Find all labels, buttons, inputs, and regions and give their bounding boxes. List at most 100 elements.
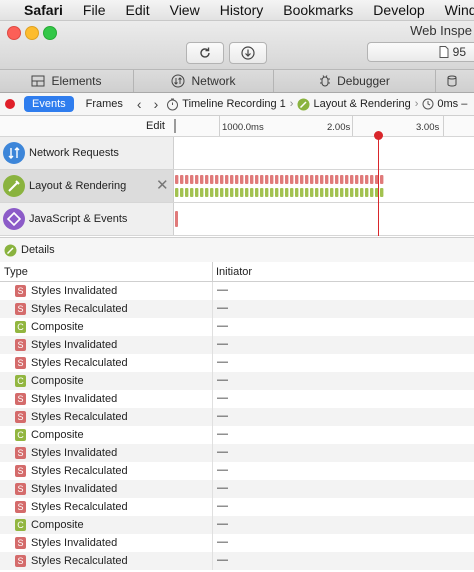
debugger-icon — [320, 75, 331, 87]
composite-event-mark — [200, 188, 204, 197]
table-row[interactable]: S Styles Recalculated — — [0, 354, 474, 372]
record-type: Styles Invalidated — [31, 447, 118, 459]
menu-bar: Safari File Edit View History Bookmarks … — [0, 0, 474, 21]
tab-network[interactable]: Network — [134, 70, 274, 92]
menu-safari[interactable]: Safari — [24, 2, 63, 18]
frames-view-button[interactable]: Frames — [86, 98, 123, 110]
record-initiator: — — [217, 446, 228, 458]
menu-edit[interactable]: Edit — [125, 2, 149, 18]
tab-overflow[interactable] — [436, 70, 474, 92]
table-row[interactable]: S Styles Recalculated — — [0, 552, 474, 570]
styles-event-mark — [280, 175, 284, 184]
record-button[interactable] — [5, 99, 15, 109]
column-divider — [212, 552, 213, 570]
table-row[interactable]: S Styles Invalidated — — [0, 282, 474, 300]
styles-event-mark — [175, 175, 179, 184]
playhead-line[interactable] — [378, 136, 379, 236]
composite-event-mark — [255, 188, 259, 197]
table-row[interactable]: S Styles Recalculated — — [0, 498, 474, 516]
record-initiator: — — [217, 428, 228, 440]
record-type: Styles Invalidated — [31, 537, 118, 549]
download-icon — [241, 46, 255, 60]
table-row[interactable]: S Styles Invalidated — — [0, 444, 474, 462]
table-row[interactable]: C Composite — — [0, 516, 474, 534]
menu-bookmarks[interactable]: Bookmarks — [283, 2, 353, 18]
composite-event-mark — [340, 188, 344, 197]
styles-event-mark — [370, 175, 374, 184]
styles-event-mark — [340, 175, 344, 184]
composite-event-mark — [185, 188, 189, 197]
styles-event-mark — [365, 175, 369, 184]
record-type: Styles Recalculated — [31, 501, 128, 513]
composite-event-mark — [175, 188, 179, 197]
table-row[interactable]: S Styles Invalidated — — [0, 534, 474, 552]
styles-event-mark — [300, 175, 304, 184]
timeline-row-sidebar: Network Requests — [0, 137, 174, 169]
composite-event-mark — [260, 188, 264, 197]
column-header-initiator[interactable]: Initiator — [216, 266, 252, 278]
menu-view[interactable]: View — [170, 2, 200, 18]
breadcrumb-recording[interactable]: Timeline Recording 1 — [182, 98, 286, 110]
events-view-button[interactable]: Events — [24, 96, 74, 112]
styles-event-mark — [265, 175, 269, 184]
table-row[interactable]: C Composite — — [0, 372, 474, 390]
table-row[interactable]: C Composite — — [0, 426, 474, 444]
record-type: Composite — [31, 321, 84, 333]
close-icon[interactable]: ✕ — [156, 176, 169, 194]
styles-event-mark — [250, 175, 254, 184]
composite-event-mark — [280, 188, 284, 197]
zoom-window-button[interactable] — [43, 26, 57, 40]
record-type: Styles Invalidated — [31, 393, 118, 405]
table-row[interactable]: S Styles Recalculated — — [0, 408, 474, 426]
layout-rendering-small-icon — [4, 244, 17, 256]
table-row[interactable]: S Styles Invalidated — — [0, 336, 474, 354]
back-arrow-icon[interactable]: ‹ — [137, 96, 142, 112]
composite-event-mark — [275, 188, 279, 197]
breadcrumb-layout-rendering[interactable]: Layout & Rendering — [313, 98, 410, 110]
menu-file[interactable]: File — [83, 2, 106, 18]
timeline-row-javascript-events[interactable]: JavaScript & Events — [0, 203, 474, 236]
playhead-handle[interactable] — [374, 131, 383, 140]
record-type: Styles Recalculated — [31, 465, 128, 477]
styles-badge-icon: S — [15, 447, 26, 459]
ruler-tick-label: 3.00s — [416, 122, 440, 133]
record-type: Styles Recalculated — [31, 357, 128, 369]
record-initiator: — — [217, 284, 228, 296]
table-row[interactable]: S Styles Invalidated — — [0, 480, 474, 498]
table-row[interactable]: S Styles Invalidated — — [0, 390, 474, 408]
styles-badge-icon: S — [15, 501, 26, 513]
composite-event-mark — [355, 188, 359, 197]
timeline-row-network[interactable]: Network Requests — [0, 137, 474, 170]
record-initiator: — — [217, 464, 228, 476]
close-window-button[interactable] — [7, 26, 21, 40]
record-initiator: — — [217, 392, 228, 404]
table-row[interactable]: S Styles Recalculated — — [0, 300, 474, 318]
minimize-window-button[interactable] — [25, 26, 39, 40]
table-row[interactable]: C Composite — — [0, 318, 474, 336]
styles-badge-icon: S — [15, 303, 26, 315]
tab-debugger[interactable]: Debugger — [274, 70, 436, 92]
edit-timelines-button[interactable]: Edit — [146, 120, 165, 132]
column-divider[interactable] — [212, 262, 213, 281]
menu-develop[interactable]: Develop — [373, 2, 424, 18]
table-row[interactable]: S Styles Recalculated — — [0, 462, 474, 480]
menu-window[interactable]: Window — [445, 2, 474, 18]
layout-rendering-small-icon — [297, 98, 310, 110]
styles-event-mark — [235, 175, 239, 184]
composite-event-mark — [180, 188, 184, 197]
composite-event-mark — [290, 188, 294, 197]
ruler-tick-line — [443, 116, 444, 136]
timeline-row-layout-rendering[interactable]: Layout & Rendering ✕ — [0, 170, 474, 203]
menu-history[interactable]: History — [220, 2, 264, 18]
console-messages-button[interactable]: 95 — [367, 42, 474, 62]
styles-event-mark — [195, 175, 199, 184]
download-button[interactable] — [229, 42, 267, 64]
timeline-navigation-bar: Events Frames ‹ › Timeline Recording 1 ›… — [0, 93, 474, 116]
column-header-type[interactable]: Type — [4, 266, 28, 278]
reload-button[interactable] — [186, 42, 224, 64]
tab-elements[interactable]: Elements — [0, 70, 134, 92]
breadcrumb-time-range[interactable]: 0ms – — [437, 98, 467, 110]
ruler-tick-label: 1000.0ms — [222, 122, 264, 133]
forward-arrow-icon[interactable]: › — [154, 96, 159, 112]
styles-event-mark — [350, 175, 354, 184]
